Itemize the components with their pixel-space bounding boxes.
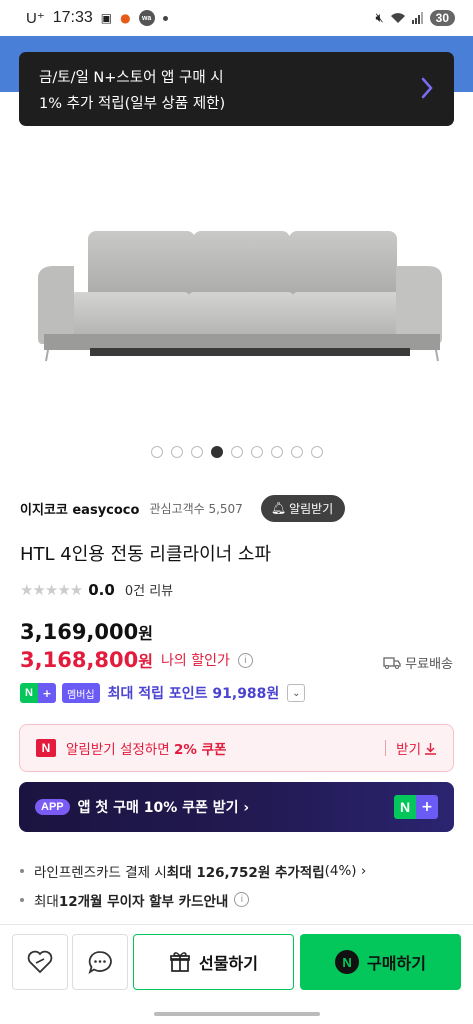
sale-price-value: 3,168,800 [20,648,139,672]
more-notifications-icon [162,15,168,21]
app-badge: APP [35,799,70,815]
gallery-pagination[interactable] [0,446,473,458]
benefit-card-points[interactable]: 라인프렌즈카드 결제 시 최대 126,752원 추가적립 (4%) › [20,856,366,885]
gift-icon [170,952,190,972]
my-discount-label: 나의 할인가 [160,653,230,669]
points-row[interactable]: N + 멤버십 최대 적립 포인트 91,988원 ⌄ [20,683,306,703]
wifi-icon [390,13,405,23]
chat-bubble-icon [88,951,112,974]
original-price-value: 3,169,000 [20,620,139,644]
screenshot-icon: ▣ [100,11,113,25]
status-bar: U⁺ 17:33 ▣ ● wa 🔇︎ 30 [0,0,473,36]
gallery-dot-active[interactable] [210,446,223,458]
carrier-label: U⁺ [26,10,45,27]
currency-label: 원 [138,652,153,671]
toast-line-1: 금/토/일 N+스토어 앱 구매 시 [39,70,224,86]
buy-button[interactable]: N 구매하기 [300,934,461,990]
benefit-installment[interactable]: 최대 12개월 무이자 할부 카드안내 i [20,885,366,914]
battery-indicator: 30 [429,10,455,26]
truck-icon [383,656,401,669]
review-count[interactable]: 0건 리뷰 [125,580,173,599]
info-icon[interactable]: i [234,892,250,907]
signal-icon [411,12,423,24]
gallery-dot[interactable] [250,446,263,458]
gallery-dot[interactable] [270,446,283,458]
download-icon [425,742,436,755]
gallery-dot[interactable] [310,446,323,458]
rating-value: 0.0 [88,580,115,599]
shipping-info: 무료배송 [383,653,453,672]
currency-label: 원 [138,624,153,643]
gallery-dot[interactable] [170,446,183,458]
home-indicator[interactable] [154,1012,320,1016]
store-fans-count: 관심고객수 5,507 [149,501,243,516]
wa-app-icon: wa [138,10,155,26]
sale-price-row: 3,168,800원 나의 할인가 i [20,648,253,672]
naver-plus-logo-icon: N + [394,795,438,819]
coupon-text: 알림받기 설정하면 2% 쿠폰 [66,742,227,758]
coupon-banner[interactable]: N 알림받기 설정하면 2% 쿠폰 받기 [19,724,454,772]
benefit-list: 라인프렌즈카드 결제 시 최대 126,752원 추가적립 (4%) › 최대 … [20,856,366,914]
product-image[interactable] [0,130,473,430]
toast-line-2: 1% 추가 적립(일부 상품 제한) [39,96,226,112]
shipping-label: 무료배송 [405,657,453,672]
wishlist-button[interactable] [12,934,68,990]
store-alarm-button[interactable]: 🔔︎ 알림받기 [260,494,346,522]
coupon-get-label: 받기 [396,742,421,758]
app-coupon-banner[interactable]: APP 앱 첫 구매 10% 쿠폰 받기 › N + [19,782,454,832]
chevron-right-icon[interactable] [420,76,434,100]
heart-icon [27,950,53,974]
sale-price: 3,168,800원 [20,648,153,672]
chat-button[interactable] [72,934,128,990]
divider [0,924,473,925]
divider [385,740,387,756]
rating-row[interactable]: ★★★★★ 0.0 0건 리뷰 [20,580,173,600]
notification-fire-icon: ● [120,11,131,25]
original-price: 3,169,000원 [20,620,153,644]
mute-icon: 🔇︎ [375,10,384,26]
gallery-dot[interactable] [190,446,203,458]
gallery-dot[interactable] [230,446,243,458]
membership-badge: 멤버십 [62,683,100,703]
coupon-get-button[interactable]: 받기 [396,738,437,758]
store-row: 이지코코 easycoco 관심고객수 5,507 🔔︎ 알림받기 [20,494,460,522]
gift-button[interactable]: 선물하기 [133,934,294,990]
store-alarm-label: 알림받기 [289,501,334,516]
max-points: 최대 적립 포인트 91,988원 [107,686,280,702]
gift-label: 선물하기 [199,954,258,973]
bell-plus-icon: 🔔︎ [270,501,287,515]
naver-n-icon: N [335,950,360,974]
rating-stars-icon: ★★★★★ [20,580,83,599]
gallery-dot[interactable] [290,446,303,458]
promo-toast[interactable]: 금/토/일 N+스토어 앱 구매 시 1% 추가 적립(일부 상품 제한) [19,52,454,126]
bullet-icon [20,868,24,873]
info-icon[interactable]: i [237,652,253,668]
bullet-icon [20,897,24,902]
clock: 17:33 [52,9,93,26]
naver-plus-logo-icon: N + [20,683,56,703]
buy-label: 구매하기 [367,954,426,973]
gallery-dot[interactable] [150,446,163,458]
chevron-down-icon[interactable]: ⌄ [287,684,306,702]
app-banner-text: 앱 첫 구매 10% 쿠폰 받기 › [77,800,250,816]
product-title: HTL 4인용 전동 리클라이너 소파 [20,544,272,565]
store-name[interactable]: 이지코코 easycoco [20,499,139,518]
bottom-action-bar: 선물하기 N 구매하기 [0,934,473,990]
naver-n-icon: N [36,739,56,757]
